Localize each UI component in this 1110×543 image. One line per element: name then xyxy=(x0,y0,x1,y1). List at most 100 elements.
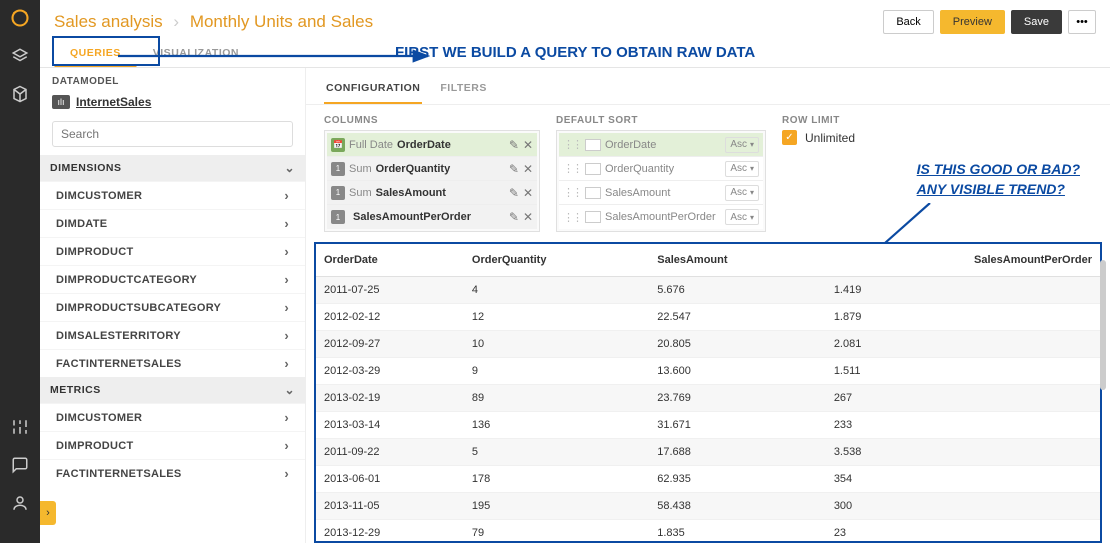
table-row[interactable]: 2013-12-29791.83523 xyxy=(316,520,1100,542)
table-header[interactable]: SalesAmount xyxy=(649,244,826,277)
table-cell: 1.419 xyxy=(826,277,1100,304)
sort-checkbox[interactable] xyxy=(585,187,601,199)
metric-item[interactable]: DIMCUSTOMER› xyxy=(40,403,305,431)
table-row[interactable]: 2012-09-271020.8052.081 xyxy=(316,331,1100,358)
table-cell: 136 xyxy=(464,412,649,439)
sort-direction-dropdown[interactable]: Asc ▾ xyxy=(725,137,759,153)
tab-configuration[interactable]: CONFIGURATION xyxy=(324,78,422,104)
column-chip[interactable]: 📅Full Date OrderDate✎✕ xyxy=(327,133,537,157)
edit-icon[interactable]: ✎ xyxy=(509,138,519,152)
remove-icon[interactable]: ✕ xyxy=(523,210,533,224)
table-cell: 89 xyxy=(464,385,649,412)
table-cell: 2012-02-12 xyxy=(316,304,464,331)
table-row[interactable]: 2013-02-198923.769267 xyxy=(316,385,1100,412)
chevron-down-icon: ▾ xyxy=(750,140,754,149)
table-cell: 23 xyxy=(826,520,1100,542)
drag-handle-icon[interactable]: ⋮⋮ xyxy=(563,138,581,151)
dimension-item[interactable]: DIMPRODUCTSUBCATEGORY› xyxy=(40,293,305,321)
sort-chip[interactable]: ⋮⋮SalesAmountPerOrderAsc ▾ xyxy=(559,205,763,229)
table-cell: 23.769 xyxy=(649,385,826,412)
table-row[interactable]: 2012-02-121222.5471.879 xyxy=(316,304,1100,331)
sort-direction-dropdown[interactable]: Asc ▾ xyxy=(725,185,759,201)
table-row[interactable]: 2013-03-1413631.671233 xyxy=(316,412,1100,439)
column-chip[interactable]: 1Sum SalesAmount✎✕ xyxy=(327,181,537,205)
chevron-down-icon: ⌄ xyxy=(284,383,295,397)
sort-checkbox[interactable] xyxy=(585,139,601,151)
chat-icon[interactable] xyxy=(10,455,30,475)
layers-icon[interactable] xyxy=(10,46,30,66)
drag-handle-icon[interactable]: ⋮⋮ xyxy=(563,186,581,199)
tab-queries[interactable]: QUERIES xyxy=(54,38,137,67)
remove-icon[interactable]: ✕ xyxy=(523,186,533,200)
tab-visualization[interactable]: VISUALIZATION xyxy=(137,38,255,67)
table-header[interactable]: OrderDate xyxy=(316,244,464,277)
dimension-item[interactable]: DIMPRODUCT› xyxy=(40,237,305,265)
sort-direction-dropdown[interactable]: Asc ▾ xyxy=(725,209,759,225)
sort-chip[interactable]: ⋮⋮OrderDateAsc ▾ xyxy=(559,133,763,157)
metric-item[interactable]: FACTINTERNETSALES› xyxy=(40,459,305,487)
chevron-right-icon: › xyxy=(284,410,289,425)
table-cell: 195 xyxy=(464,493,649,520)
table-cell: 5 xyxy=(464,439,649,466)
sort-checkbox[interactable] xyxy=(585,211,601,223)
metric-item[interactable]: DIMPRODUCT› xyxy=(40,431,305,459)
column-chip[interactable]: 1 SalesAmountPerOrder✎✕ xyxy=(327,205,537,229)
edit-icon[interactable]: ✎ xyxy=(509,162,519,176)
chip-badge-icon: 1 xyxy=(331,162,345,176)
cube-icon[interactable] xyxy=(10,84,30,104)
chevron-down-icon: ▾ xyxy=(750,164,754,173)
dimension-item[interactable]: DIMSALESTERRITORY› xyxy=(40,321,305,349)
dimensions-section-header[interactable]: DIMENSIONS ⌄ xyxy=(40,155,305,181)
table-row[interactable]: 2011-07-2545.6761.419 xyxy=(316,277,1100,304)
annotation-top-text: FIRST WE BUILD A QUERY TO OBTAIN RAW DAT… xyxy=(395,44,755,61)
chevron-right-icon: › xyxy=(284,272,289,287)
drag-handle-icon[interactable]: ⋮⋮ xyxy=(563,211,581,224)
table-cell: 62.935 xyxy=(649,466,826,493)
table-row[interactable]: 2012-03-29913.6001.511 xyxy=(316,358,1100,385)
remove-icon[interactable]: ✕ xyxy=(523,138,533,152)
table-cell: 9 xyxy=(464,358,649,385)
datamodel-name[interactable]: InternetSales xyxy=(76,95,151,109)
breadcrumb-root[interactable]: Sales analysis xyxy=(54,12,163,31)
table-header[interactable]: OrderQuantity xyxy=(464,244,649,277)
table-cell: 2013-11-05 xyxy=(316,493,464,520)
expand-rail-button[interactable]: › xyxy=(40,501,56,525)
more-button[interactable]: ••• xyxy=(1068,10,1096,34)
save-button[interactable]: Save xyxy=(1011,10,1062,34)
app-logo-icon[interactable] xyxy=(10,8,30,28)
edit-icon[interactable]: ✎ xyxy=(509,186,519,200)
sort-direction-dropdown[interactable]: Asc ▾ xyxy=(725,161,759,177)
preview-button[interactable]: Preview xyxy=(940,10,1005,34)
back-button[interactable]: Back xyxy=(883,10,933,34)
table-cell: 1.835 xyxy=(649,520,826,542)
edit-icon[interactable]: ✎ xyxy=(509,210,519,224)
chevron-right-icon: › xyxy=(284,328,289,343)
sort-chip[interactable]: ⋮⋮SalesAmountAsc ▾ xyxy=(559,181,763,205)
chevron-down-icon: ▾ xyxy=(750,213,754,222)
drag-handle-icon[interactable]: ⋮⋮ xyxy=(563,162,581,175)
search-input[interactable] xyxy=(52,121,293,147)
scrollbar[interactable] xyxy=(1100,260,1106,390)
unlimited-checkbox[interactable]: ✓ xyxy=(782,130,797,145)
table-cell: 3.538 xyxy=(826,439,1100,466)
table-row[interactable]: 2013-11-0519558.438300 xyxy=(316,493,1100,520)
sort-checkbox[interactable] xyxy=(585,163,601,175)
chevron-right-icon: › xyxy=(284,356,289,371)
dimension-item[interactable]: DIMCUSTOMER› xyxy=(40,181,305,209)
metrics-section-header[interactable]: METRICS ⌄ xyxy=(40,377,305,403)
chevron-right-icon: › xyxy=(284,216,289,231)
sort-chip[interactable]: ⋮⋮OrderQuantityAsc ▾ xyxy=(559,157,763,181)
column-chip[interactable]: 1Sum OrderQuantity✎✕ xyxy=(327,157,537,181)
sliders-icon[interactable] xyxy=(10,417,30,437)
remove-icon[interactable]: ✕ xyxy=(523,162,533,176)
dimension-item[interactable]: DIMDATE› xyxy=(40,209,305,237)
table-header[interactable]: SalesAmountPerOrder xyxy=(826,244,1100,277)
tab-filters[interactable]: FILTERS xyxy=(438,78,488,104)
dimension-item[interactable]: FACTINTERNETSALES› xyxy=(40,349,305,377)
dimension-item[interactable]: DIMPRODUCTCATEGORY› xyxy=(40,265,305,293)
table-row[interactable]: 2011-09-22517.6883.538 xyxy=(316,439,1100,466)
user-icon[interactable] xyxy=(10,493,30,513)
table-row[interactable]: 2013-06-0117862.935354 xyxy=(316,466,1100,493)
dimensions-label: DIMENSIONS xyxy=(50,162,122,174)
table-cell: 4 xyxy=(464,277,649,304)
